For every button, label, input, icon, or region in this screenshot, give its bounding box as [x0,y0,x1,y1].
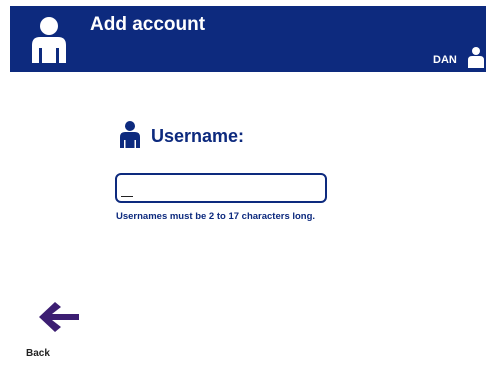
current-user-name: DAN [433,54,457,66]
text-cursor [121,196,133,197]
header-bar: Add account DAN [10,6,486,72]
back-arrow-icon [39,302,79,332]
username-label: Username: [151,126,245,146]
username-person-icon [120,121,140,148]
page-title: Add account [90,14,206,35]
person-icon [32,17,66,63]
screen: Add account DAN Username: Usernames must… [10,6,486,363]
username-input[interactable] [115,173,327,203]
username-hint: Usernames must be 2 to 17 characters lon… [116,211,316,222]
back-button[interactable]: Back [26,300,84,362]
back-label: Back [26,348,50,359]
user-avatar-icon [468,47,484,68]
